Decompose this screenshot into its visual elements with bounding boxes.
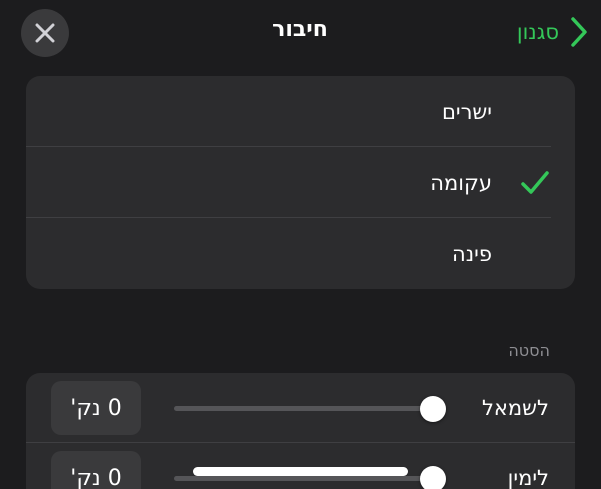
connection-option-straight[interactable]: ישרים [26, 76, 575, 147]
left-offset-slider-track[interactable] [174, 406, 434, 411]
close-icon [35, 23, 55, 43]
left-offset-slider-thumb[interactable] [420, 396, 446, 422]
close-button[interactable] [21, 9, 69, 57]
right-offset-label: לימין [507, 466, 549, 489]
left-offset-field[interactable]: 0 נק' [51, 381, 141, 435]
left-offset-label: לשמאל [481, 396, 549, 420]
back-button-label: סגנון [516, 20, 559, 44]
right-offset-slider-track[interactable] [174, 476, 434, 481]
option-label: ישרים [441, 99, 492, 124]
value-popover-indicator [193, 467, 408, 476]
option-label: פינה [452, 241, 492, 266]
offset-row-left: 0 נק' לשמאל [26, 373, 575, 443]
chevron-right-icon [571, 17, 587, 47]
connection-option-corner[interactable]: פינה [26, 218, 575, 289]
option-label: עקומה [430, 170, 492, 195]
offset-section-label: הסטה [508, 341, 550, 360]
navigation-header: חיבור סגנון [0, 0, 601, 64]
right-offset-field[interactable]: 0 נק' [51, 451, 141, 489]
connection-option-curved[interactable]: עקומה [26, 147, 575, 218]
checkmark-icon [521, 170, 549, 194]
page-title: חיבור [272, 17, 328, 42]
right-offset-slider-thumb[interactable] [420, 466, 446, 489]
connection-type-list: ישרים עקומה פינה [26, 76, 575, 289]
back-button[interactable]: סגנון [517, 14, 587, 50]
offset-row-right: 0 נק' לימין [26, 443, 575, 489]
